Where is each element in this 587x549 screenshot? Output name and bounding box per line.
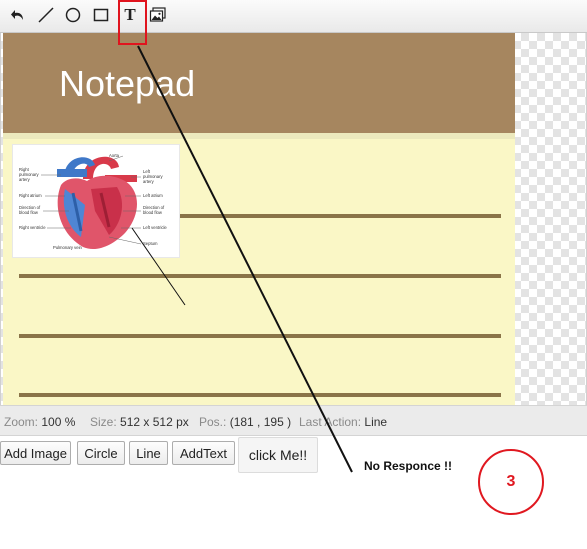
drawing-toolbar: T <box>0 0 587 33</box>
notepad-rule-line <box>19 334 501 338</box>
no-response-annotation: No Responce !! <box>364 459 453 473</box>
circle-icon <box>65 7 81 23</box>
rectangle-tool-button[interactable] <box>91 5 111 25</box>
position-value: (181 , 195 ) <box>229 415 292 429</box>
line-icon <box>38 7 54 23</box>
undo-tool-button[interactable] <box>8 5 28 25</box>
notepad-divider-band <box>3 133 515 139</box>
svg-text:artery: artery <box>19 177 31 182</box>
last-action-value: Line <box>364 415 388 429</box>
svg-text:artery: artery <box>143 179 155 184</box>
add-image-button[interactable]: Add Image <box>0 441 71 465</box>
svg-text:Right ventricle: Right ventricle <box>19 225 46 230</box>
step-number-badge: 3 <box>478 449 544 515</box>
notepad-header: Notepad <box>3 33 515 133</box>
rectangle-icon <box>93 8 109 22</box>
notepad-title: Notepad <box>59 63 196 104</box>
text-tool-button[interactable]: T <box>120 5 140 25</box>
circle-button[interactable]: Circle <box>77 441 125 465</box>
image-icon <box>149 7 166 22</box>
svg-text:Right atrium: Right atrium <box>19 193 42 198</box>
last-action-status: Last Action: Line <box>299 415 387 429</box>
position-status: Pos.: (181 , 195 ) <box>199 415 291 429</box>
add-text-button[interactable]: AddText <box>172 441 235 465</box>
position-label: Pos.: <box>199 415 227 429</box>
undo-arrow-icon <box>11 10 23 20</box>
heart-diagram: Right pulmonary artery Right atrium Dire… <box>14 146 178 256</box>
svg-text:blood flow: blood flow <box>19 210 39 215</box>
svg-text:blood flow: blood flow <box>143 210 163 215</box>
last-action-label: Last Action: <box>299 415 362 429</box>
zoom-value: 100 % <box>41 415 76 429</box>
size-label: Size: <box>90 415 117 429</box>
size-value: 512 x 512 px <box>120 415 189 429</box>
text-tool-icon: T <box>124 5 136 24</box>
line-button[interactable]: Line <box>129 441 168 465</box>
notepad-background: Notepad Right pulmonary artery Right atr… <box>3 33 515 405</box>
click-me-button[interactable]: click Me!! <box>238 437 318 473</box>
zoom-label: Zoom: <box>4 415 39 429</box>
heart-diagram-image[interactable]: Right pulmonary artery Right atrium Dire… <box>12 144 180 258</box>
svg-text:Aorta: Aorta <box>109 153 120 158</box>
zoom-status: Zoom: 100 % <box>4 415 75 429</box>
notepad-rule-line <box>19 393 501 397</box>
svg-text:Left ventricle: Left ventricle <box>143 225 167 230</box>
svg-text:Septum: Septum <box>143 241 158 246</box>
size-status: Size: 512 x 512 px <box>90 415 189 429</box>
notepad-rule-line <box>19 274 501 278</box>
image-tool-button[interactable] <box>148 5 168 25</box>
circle-tool-button[interactable] <box>63 5 83 25</box>
line-tool-button[interactable] <box>36 5 56 25</box>
step-number: 3 <box>506 473 516 490</box>
svg-text:Pulmonary vein: Pulmonary vein <box>53 245 83 250</box>
svg-text:Left atrium: Left atrium <box>143 193 163 198</box>
status-bar: Zoom: 100 % Size: 512 x 512 px Pos.: (18… <box>0 405 587 436</box>
drawing-canvas[interactable]: Notepad Right pulmonary artery Right atr… <box>0 33 587 405</box>
